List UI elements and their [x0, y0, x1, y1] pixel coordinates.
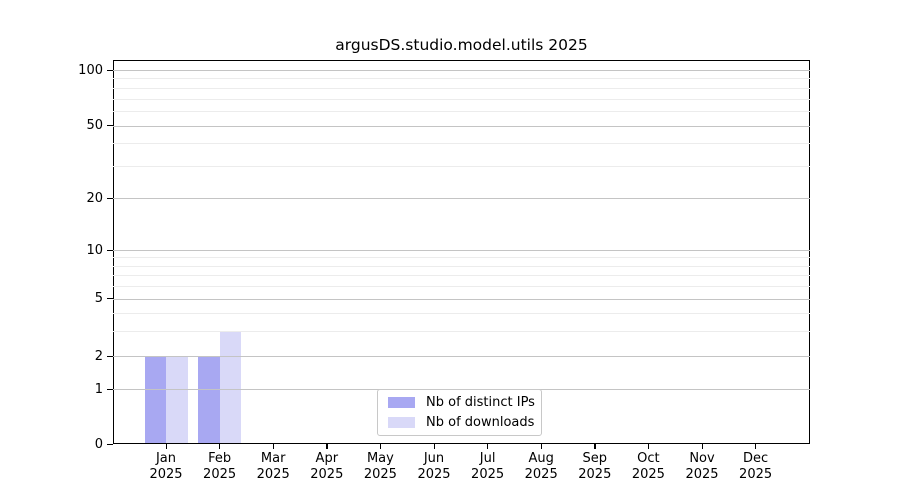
- x-tick-mark: [594, 444, 595, 449]
- x-tick-label: Jun2025: [404, 451, 464, 483]
- x-tick-label: Apr2025: [297, 451, 357, 483]
- legend-label-downloads: Nb of downloads: [426, 415, 534, 430]
- x-tick-month: Jan: [136, 451, 196, 467]
- y-tick-label: 2: [45, 348, 103, 365]
- x-tick-label: Feb2025: [190, 451, 250, 483]
- x-tick-month: Sep: [565, 451, 625, 467]
- x-tick-month: Feb: [190, 451, 250, 467]
- legend-swatch-downloads: [388, 417, 415, 428]
- x-tick-year: 2025: [726, 467, 786, 483]
- x-tick-year: 2025: [672, 467, 732, 483]
- legend-item-distinct-ips: Nb of distinct IPs: [388, 394, 535, 412]
- x-tick-label: May2025: [350, 451, 410, 483]
- x-tick-year: 2025: [190, 467, 250, 483]
- x-tick-mark: [541, 444, 542, 449]
- x-tick-mark: [487, 444, 488, 449]
- y-tick-label: 100: [45, 62, 103, 79]
- legend-swatch-distinct-ips: [388, 397, 415, 408]
- x-tick-label: Dec2025: [726, 451, 786, 483]
- x-tick-mark: [326, 444, 327, 449]
- y-tick-label: 10: [45, 242, 103, 259]
- x-tick-month: Aug: [511, 451, 571, 467]
- x-tick-mark: [755, 444, 756, 449]
- x-tick-label: Nov2025: [672, 451, 732, 483]
- x-tick-year: 2025: [404, 467, 464, 483]
- x-tick-year: 2025: [511, 467, 571, 483]
- legend: Nb of distinct IPs Nb of downloads: [377, 389, 542, 436]
- x-tick-mark: [702, 444, 703, 449]
- y-tick-label: 0: [45, 436, 103, 453]
- x-tick-mark: [434, 444, 435, 449]
- x-tick-mark: [273, 444, 274, 449]
- plot-area: [113, 60, 810, 444]
- x-tick-month: Apr: [297, 451, 357, 467]
- x-tick-label: Jan2025: [136, 451, 196, 483]
- x-tick-mark: [380, 444, 381, 449]
- download-stats-chart: argusDS.studio.model.utils 2025 0 1 2 5 10 20…: [0, 0, 900, 500]
- x-tick-label: Sep2025: [565, 451, 625, 483]
- x-tick-year: 2025: [458, 467, 518, 483]
- x-tick-year: 2025: [136, 467, 196, 483]
- x-tick-month: Dec: [726, 451, 786, 467]
- x-tick-month: Jun: [404, 451, 464, 467]
- x-tick-month: Oct: [618, 451, 678, 467]
- x-tick-year: 2025: [618, 467, 678, 483]
- x-tick-month: May: [350, 451, 410, 467]
- legend-label-distinct-ips: Nb of distinct IPs: [426, 395, 535, 410]
- x-tick-label: Mar2025: [243, 451, 303, 483]
- x-tick-label: Jul2025: [458, 451, 518, 483]
- x-tick-year: 2025: [350, 467, 410, 483]
- x-tick-label: Oct2025: [618, 451, 678, 483]
- y-tick-label: 20: [45, 190, 103, 207]
- x-tick-mark: [219, 444, 220, 449]
- y-tick-label: 50: [45, 117, 103, 134]
- y-tick-label: 5: [45, 290, 103, 307]
- x-tick-month: Jul: [458, 451, 518, 467]
- x-tick-year: 2025: [297, 467, 357, 483]
- x-tick-year: 2025: [565, 467, 625, 483]
- x-tick-month: Nov: [672, 451, 732, 467]
- x-tick-mark: [648, 444, 649, 449]
- y-tick-label: 1: [45, 381, 103, 398]
- legend-item-downloads: Nb of downloads: [388, 413, 535, 431]
- x-tick-label: Aug2025: [511, 451, 571, 483]
- x-tick-month: Mar: [243, 451, 303, 467]
- x-tick-mark: [166, 444, 167, 449]
- chart-title: argusDS.studio.model.utils 2025: [113, 36, 810, 56]
- x-tick-year: 2025: [243, 467, 303, 483]
